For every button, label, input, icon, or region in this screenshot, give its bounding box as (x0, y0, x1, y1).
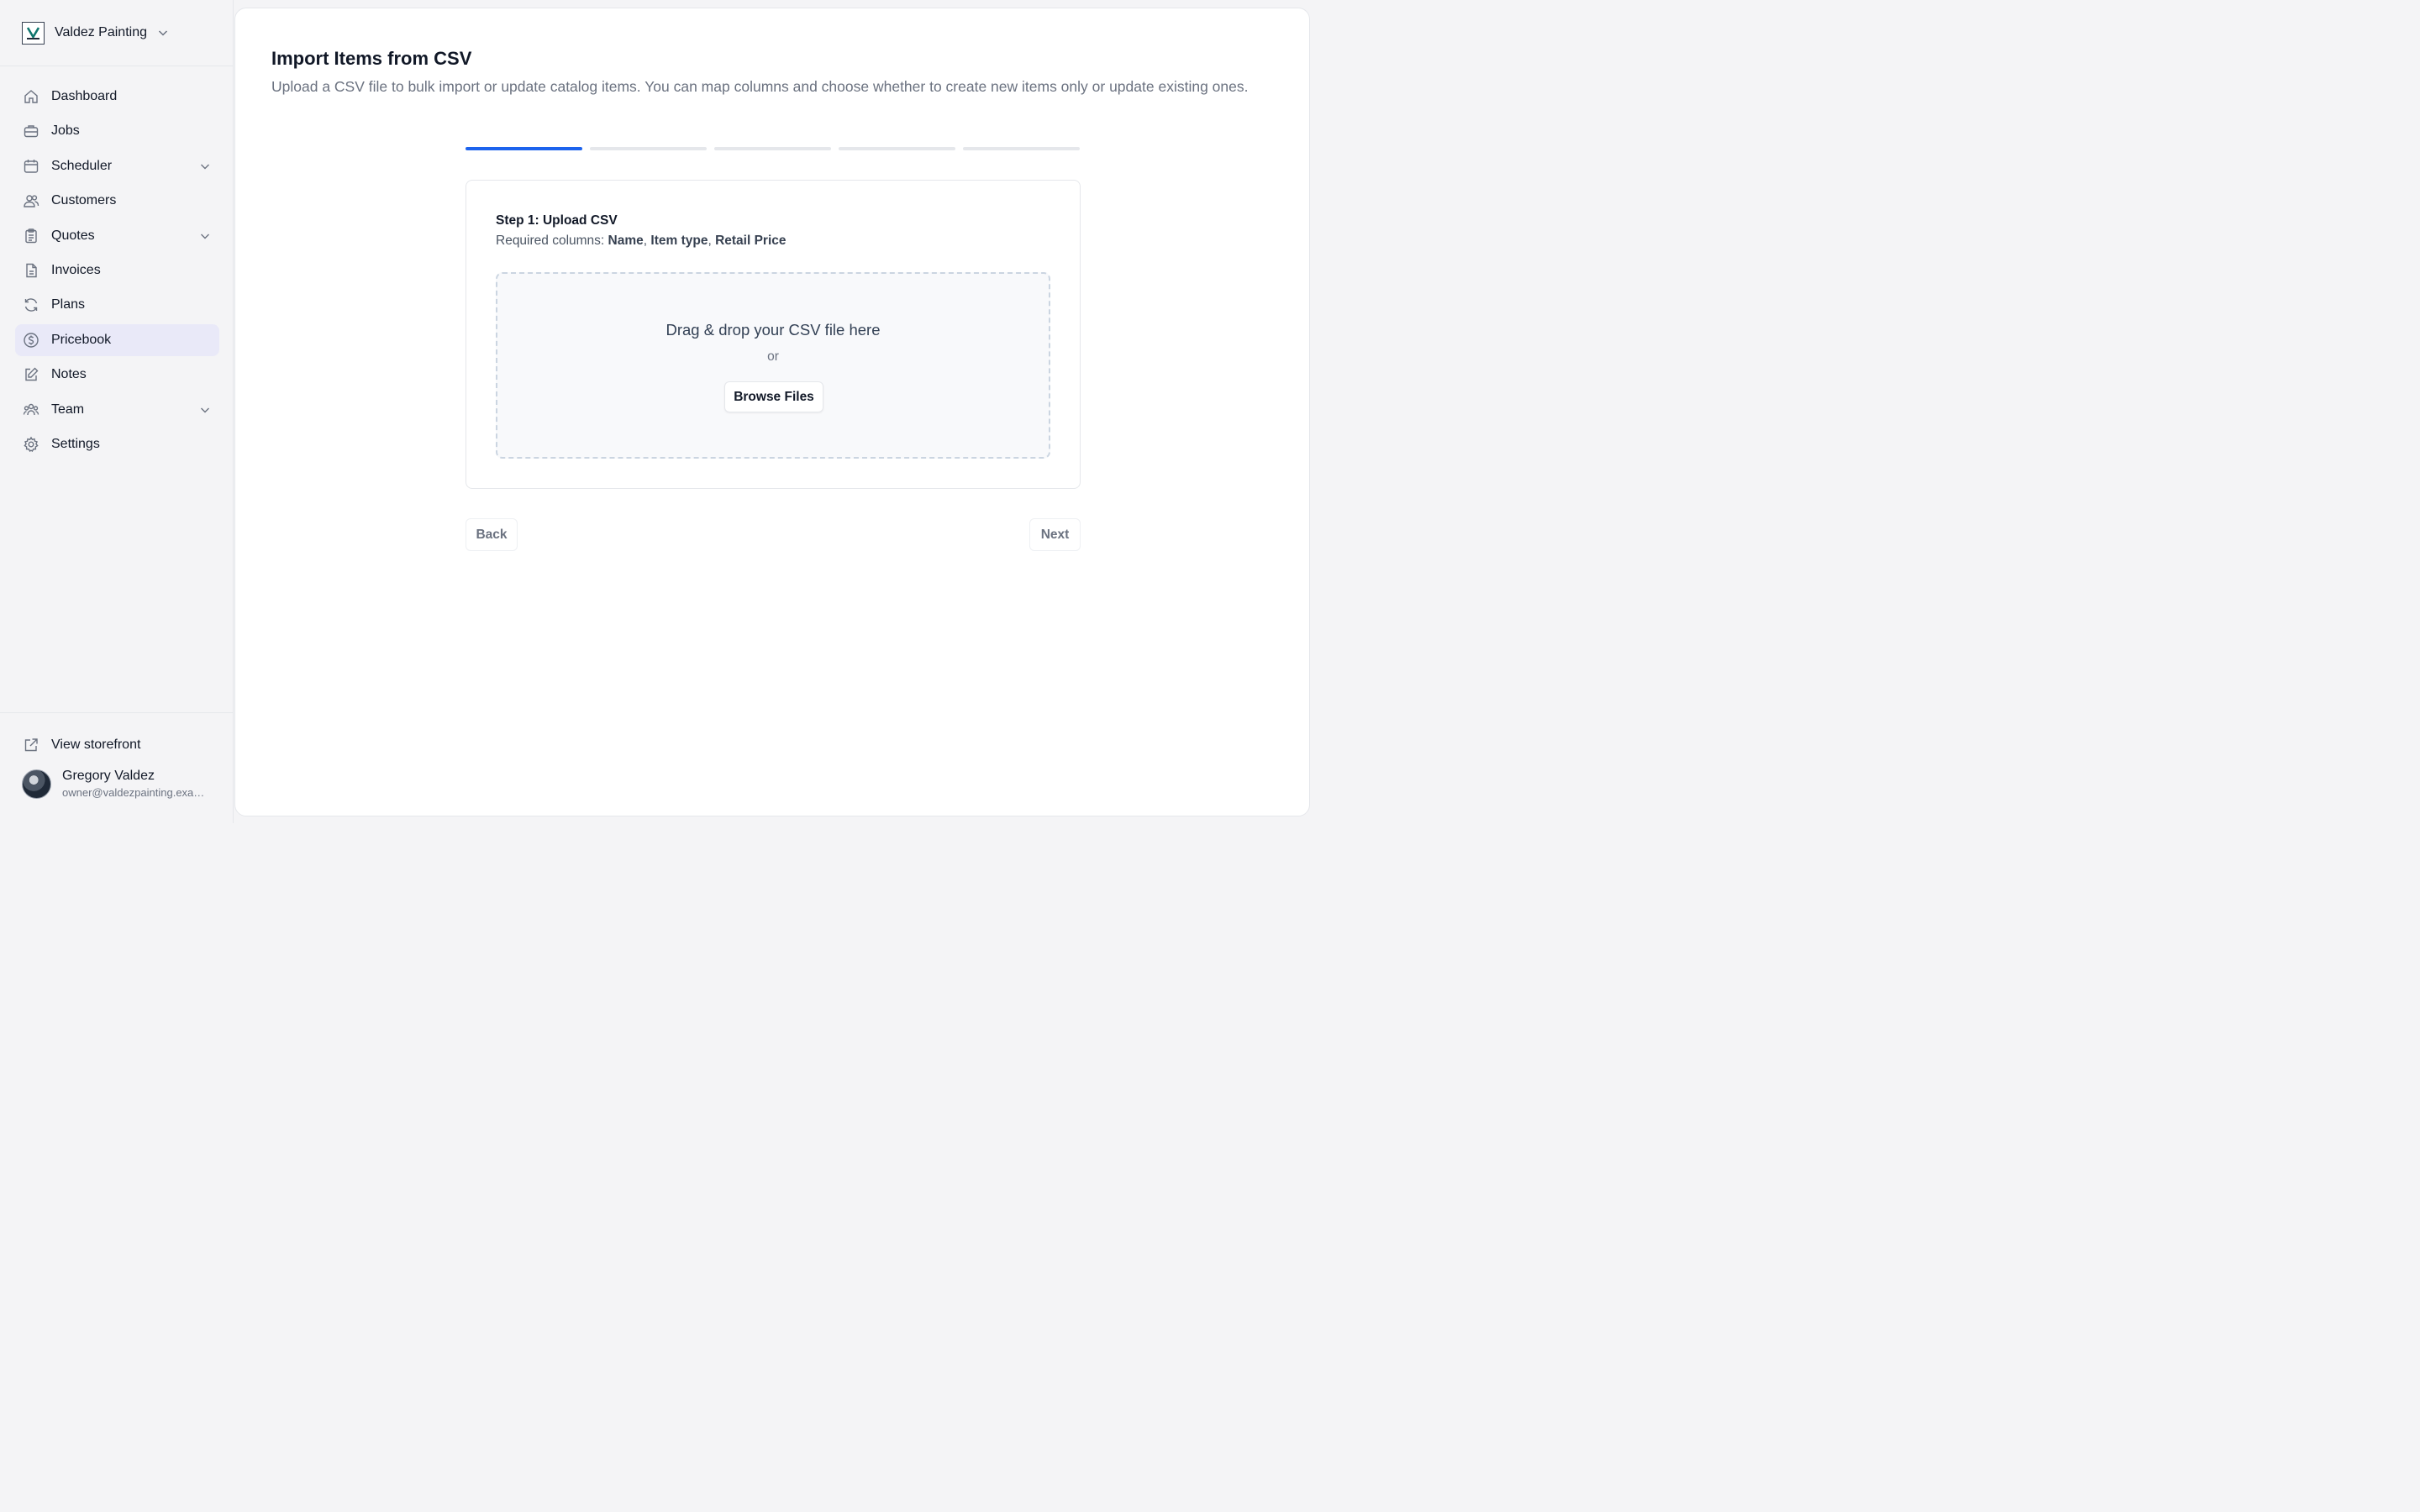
required-column: Retail Price (715, 234, 786, 248)
sidebar-nav: Dashboard Jobs Scheduler Customers Quote… (15, 81, 219, 463)
user-profile[interactable]: Gregory Valdez owner@valdezpainting.exam… (22, 769, 212, 799)
sidebar-item-label: Jobs (51, 123, 80, 139)
sidebar-item-label: Pricebook (51, 332, 112, 347)
dropzone-or: or (767, 349, 779, 364)
org-switcher[interactable]: Valdez Painting (0, 0, 234, 66)
user-name: Gregory Valdez (62, 769, 155, 783)
sidebar-item-label: Quotes (51, 228, 95, 243)
required-columns-prefix: Required columns: (496, 234, 608, 248)
sidebar-item-scheduler[interactable]: Scheduler (15, 150, 219, 182)
refresh-icon (22, 296, 40, 314)
sidebar-item-jobs[interactable]: Jobs (15, 115, 219, 147)
browse-files-button[interactable]: Browse Files (724, 381, 823, 412)
step-title: Step 1: Upload CSV (496, 213, 618, 228)
view-storefront-label: View storefront (51, 738, 141, 752)
required-columns: Required columns: Name, Item type, Retai… (496, 234, 786, 248)
pencil-icon (22, 365, 40, 384)
main-panel: Import Items from CSV Upload a CSV file … (234, 8, 1310, 816)
user-info: Gregory Valdez owner@valdezpainting.exam… (62, 769, 212, 799)
page-title: Import Items from CSV (271, 48, 472, 69)
sidebar-item-label: Settings (51, 436, 100, 451)
sidebar-item-settings[interactable]: Settings (15, 428, 219, 460)
user-email: owner@valdezpainting.example.com (62, 786, 212, 799)
back-button[interactable]: Back (466, 518, 518, 551)
next-button[interactable]: Next (1029, 518, 1081, 551)
sidebar-item-team[interactable]: Team (15, 394, 219, 426)
step-bar-2 (590, 147, 707, 150)
sidebar-item-label: Invoices (51, 262, 101, 277)
dropzone-title: Drag & drop your CSV file here (666, 321, 881, 339)
gear-icon (22, 435, 40, 454)
calendar-icon (22, 157, 40, 176)
sidebar-item-label: Notes (51, 367, 87, 382)
chevron-down-icon[interactable] (199, 404, 211, 416)
view-storefront-link[interactable]: View storefront (22, 736, 140, 754)
page-description: Upload a CSV file to bulk import or upda… (271, 78, 1249, 95)
sidebar-item-label: Scheduler (51, 158, 113, 173)
step-bar-1 (466, 147, 582, 150)
sidebar-item-label: Dashboard (51, 89, 118, 103)
required-column: Name (608, 234, 644, 248)
sidebar-item-pricebook[interactable]: Pricebook (15, 323, 219, 356)
sidebar-item-label: Plans (51, 297, 86, 312)
chevron-down-icon[interactable] (199, 230, 211, 242)
sidebar-item-quotes[interactable]: Quotes (15, 220, 219, 252)
sidebar-item-invoices[interactable]: Invoices (15, 255, 219, 286)
dollar-circle-icon (22, 331, 40, 349)
sidebar-item-customers[interactable]: Customers (15, 185, 219, 217)
users-icon (22, 192, 40, 210)
org-name: Valdez Painting (55, 25, 147, 39)
step-bar-4 (839, 147, 955, 150)
sidebar-item-plans[interactable]: Plans (15, 289, 219, 321)
required-column: Item type (650, 234, 708, 248)
step-progress (466, 147, 1080, 150)
upload-card: Step 1: Upload CSV Required columns: Nam… (466, 180, 1081, 489)
step-bar-3 (714, 147, 831, 150)
avatar (22, 769, 51, 799)
sidebar-item-dashboard[interactable]: Dashboard (15, 81, 219, 113)
sidebar-item-label: Customers (51, 193, 117, 208)
org-logo (22, 21, 45, 45)
sidebar-footer: View storefront Gregory Valdez owner@val… (0, 712, 234, 823)
external-link-icon (22, 736, 40, 754)
briefcase-icon (22, 122, 40, 140)
chevron-down-icon[interactable] (157, 27, 169, 39)
chevron-down-icon[interactable] (199, 160, 211, 172)
team-icon (22, 401, 40, 419)
step-bar-5 (963, 147, 1080, 150)
sidebar: Valdez Painting Dashboard Jobs Scheduler… (0, 0, 234, 823)
home-icon (22, 87, 40, 106)
clipboard-icon (22, 227, 40, 245)
app-root: Valdez Painting Dashboard Jobs Scheduler… (0, 0, 1318, 823)
csv-dropzone[interactable]: Drag & drop your CSV file here or Browse… (496, 272, 1050, 459)
sidebar-item-notes[interactable]: Notes (15, 359, 219, 391)
sidebar-item-label: Team (51, 402, 85, 417)
file-icon (22, 261, 40, 280)
